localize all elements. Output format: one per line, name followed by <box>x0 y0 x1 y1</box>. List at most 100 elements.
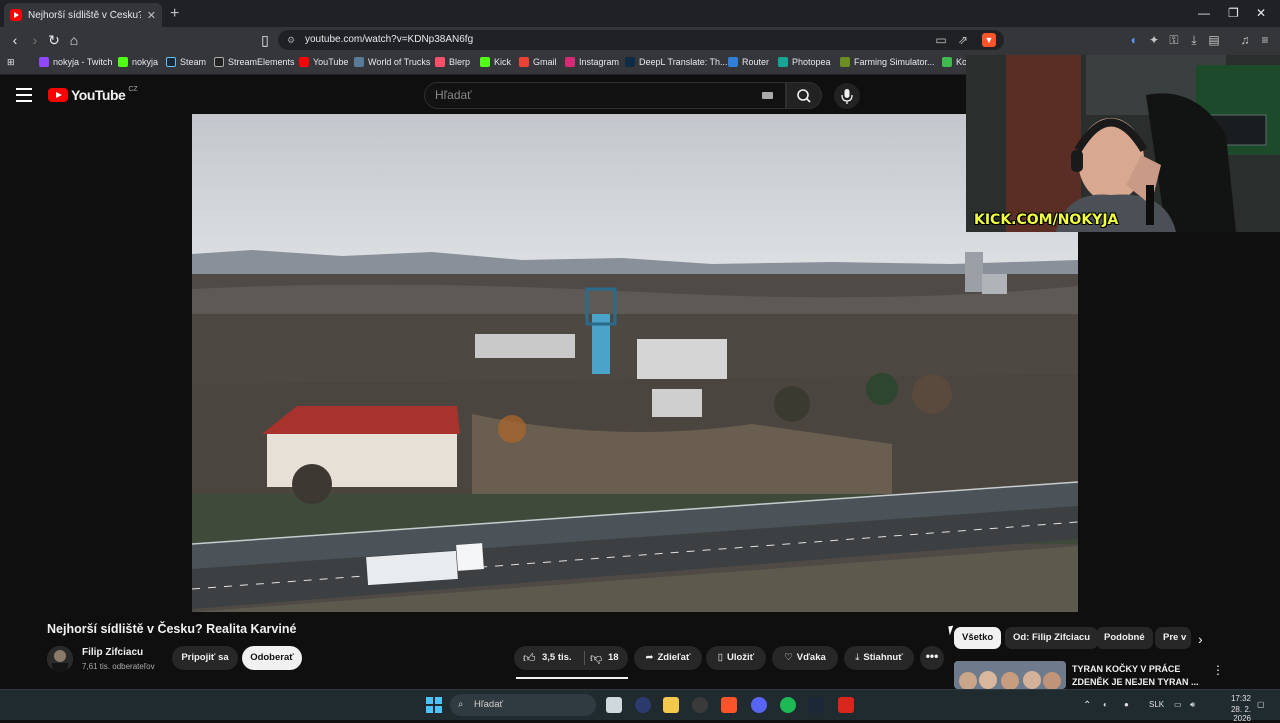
new-tab-button[interactable]: + <box>170 5 179 23</box>
spotify-icon[interactable] <box>780 697 796 713</box>
home-icon[interactable]: ⌂ <box>66 32 82 48</box>
brave-browser-icon[interactable] <box>721 697 737 713</box>
bookmark-kick[interactable]: Kick <box>480 57 511 67</box>
clock-date[interactable]: 28. 2. 2026 <box>1213 705 1251 723</box>
like-icon[interactable]: 👍︎ <box>523 646 536 670</box>
windows-start-icon[interactable] <box>426 697 442 713</box>
bookmark-gmail[interactable]: Gmail <box>519 57 557 67</box>
streamelements-icon <box>214 57 224 67</box>
voice-search-button[interactable] <box>834 83 860 109</box>
extensions-icon[interactable]: ✦ <box>1147 33 1161 47</box>
volume-icon[interactable]: 🔊︎ <box>1190 700 1195 710</box>
bookmark-icon[interactable]: ▯ <box>257 32 273 48</box>
world-of-trucks-icon <box>354 57 364 67</box>
dislike-count[interactable]: 18 <box>608 646 619 670</box>
bookmark-ko[interactable]: Ko <box>942 57 967 67</box>
apps-grid-icon[interactable]: ⊞ <box>7 57 15 68</box>
chip-from-channel[interactable]: Od: Filip Zifciacu <box>1005 627 1099 649</box>
taskbar-search[interactable]: ⌕ Hľadať <box>450 694 596 716</box>
join-button[interactable]: Pripojiť sa <box>172 646 238 670</box>
save-button[interactable]: ▯ Uložiť <box>706 646 766 670</box>
bookmark-kick-nokyja[interactable]: nokyja <box>118 57 158 67</box>
bookmark-streamelements[interactable]: StreamElements <box>214 57 295 67</box>
language-indicator[interactable]: SLK <box>1149 700 1164 709</box>
tray-app-icon-2[interactable]: ● <box>1124 700 1129 709</box>
subscribe-button[interactable]: Odoberať <box>242 646 302 670</box>
wallet-icon[interactable]: ▤ <box>1207 33 1221 47</box>
mic-icon <box>841 89 853 104</box>
audio-icon[interactable]: ◖ <box>1126 33 1140 47</box>
browser-tab[interactable]: Nejhorší sídliště v Česku? Re ✕ <box>4 3 162 27</box>
reload-icon[interactable]: ↻ <box>46 32 62 48</box>
channel-avatar[interactable] <box>47 646 73 672</box>
search-input[interactable]: Hľadať <box>424 82 786 109</box>
password-key-icon[interactable]: ⚿ <box>1167 33 1181 47</box>
video-player[interactable] <box>192 114 1078 612</box>
file-explorer-icon[interactable] <box>663 697 679 713</box>
app-icon[interactable] <box>635 697 651 713</box>
maximize-button[interactable]: ❐ <box>1228 6 1239 20</box>
farming-simulator-icon <box>840 57 850 67</box>
recommended-video[interactable]: TYRAN KOČKY V PRÁCE ZDENĚK JE NEJEN TYRA… <box>954 661 1234 689</box>
brave-shield-icon[interactable]: ▼ <box>982 33 996 47</box>
tab-close-icon[interactable]: ✕ <box>147 9 156 22</box>
minimize-button[interactable]: — <box>1198 6 1210 20</box>
bookmark-photopea[interactable]: Photopea <box>778 57 831 67</box>
keyboard-icon[interactable] <box>762 92 773 99</box>
chip-for-you[interactable]: Pre v <box>1155 627 1191 649</box>
bookmark-instagram[interactable]: Instagram <box>565 57 619 67</box>
dislike-icon[interactable]: 👎︎ <box>590 646 602 670</box>
obs-icon[interactable] <box>692 697 708 713</box>
task-view-icon[interactable] <box>606 697 622 713</box>
more-actions-button[interactable]: ••• <box>920 646 944 670</box>
tray-overflow-icon[interactable]: ⌃ <box>1083 700 1091 711</box>
bookmark-farming-simulator[interactable]: Farming Simulator... <box>840 57 935 67</box>
network-icon[interactable]: ▭ <box>1174 700 1182 709</box>
tray-app-icon[interactable]: ◐ <box>1103 700 1108 709</box>
instagram-icon <box>565 57 575 67</box>
steam-icon[interactable] <box>808 697 824 713</box>
bookmark-deepl[interactable]: DeepL Translate: Th... <box>625 57 728 67</box>
game-app-icon[interactable] <box>838 697 854 713</box>
cast-icon[interactable]: ▭ <box>934 33 948 47</box>
close-window-button[interactable]: ✕ <box>1256 6 1266 20</box>
site-info-icon[interactable]: ⚙ <box>287 30 295 50</box>
share-icon: ➦ <box>645 652 654 663</box>
recommended-thumbnail[interactable] <box>954 661 1066 689</box>
recommended-title[interactable]: TYRAN KOČKY V PRÁCE ZDENĚK JE NEJEN TYRA… <box>1072 663 1200 689</box>
discord-icon[interactable] <box>751 697 767 713</box>
chip-related[interactable]: Podobné <box>1096 627 1153 649</box>
youtube-logo[interactable]: YouTube CZ <box>48 86 138 103</box>
kick-icon <box>118 57 128 67</box>
bookmark-save-icon: ▯ <box>717 652 723 663</box>
like-count[interactable]: 3,5 tis. <box>542 646 572 670</box>
channel-name[interactable]: Filip Zifciacu <box>82 647 143 658</box>
bookmark-youtube[interactable]: YouTube <box>299 57 348 67</box>
search-button[interactable] <box>786 82 822 109</box>
chips-next-icon[interactable]: › <box>1198 631 1203 647</box>
download-icon[interactable]: ⤓ <box>1187 33 1201 47</box>
menu-icon[interactable]: ≡ <box>1258 33 1272 47</box>
clock-time[interactable]: 17:32 <box>1221 694 1251 703</box>
share-button[interactable]: ➦ Zdieľať <box>634 646 702 670</box>
notification-icon[interactable]: ▢ <box>1257 700 1265 709</box>
bookmark-steam[interactable]: Steam <box>166 57 206 67</box>
thanks-button[interactable]: ♡ Vďaka <box>772 646 838 670</box>
forward-icon[interactable]: › <box>27 32 43 48</box>
youtube-play-icon <box>48 88 68 102</box>
media-icon[interactable]: ♫ <box>1238 33 1252 47</box>
deepl-icon <box>625 57 635 67</box>
back-icon[interactable]: ‹ <box>7 32 23 48</box>
download-button[interactable]: ⤓ Stiahnuť <box>844 646 914 670</box>
chip-all[interactable]: Všetko <box>954 627 1002 649</box>
hamburger-menu-icon[interactable] <box>16 88 32 102</box>
bookmark-router[interactable]: Router <box>728 57 769 67</box>
share-page-icon[interactable]: ⇗ <box>956 33 970 47</box>
gmail-icon <box>519 57 529 67</box>
address-bar[interactable]: ⚙ youtube.com/watch?v=KDNp38AN6fg <box>278 30 1004 50</box>
kick-icon <box>480 57 490 67</box>
bookmark-world-of-trucks[interactable]: World of Trucks <box>354 57 430 67</box>
recommended-menu-icon[interactable]: ⋮ <box>1212 663 1224 677</box>
bookmark-twitch[interactable]: nokyja - Twitch <box>39 57 112 67</box>
bookmark-blerp[interactable]: Blerp <box>435 57 470 67</box>
